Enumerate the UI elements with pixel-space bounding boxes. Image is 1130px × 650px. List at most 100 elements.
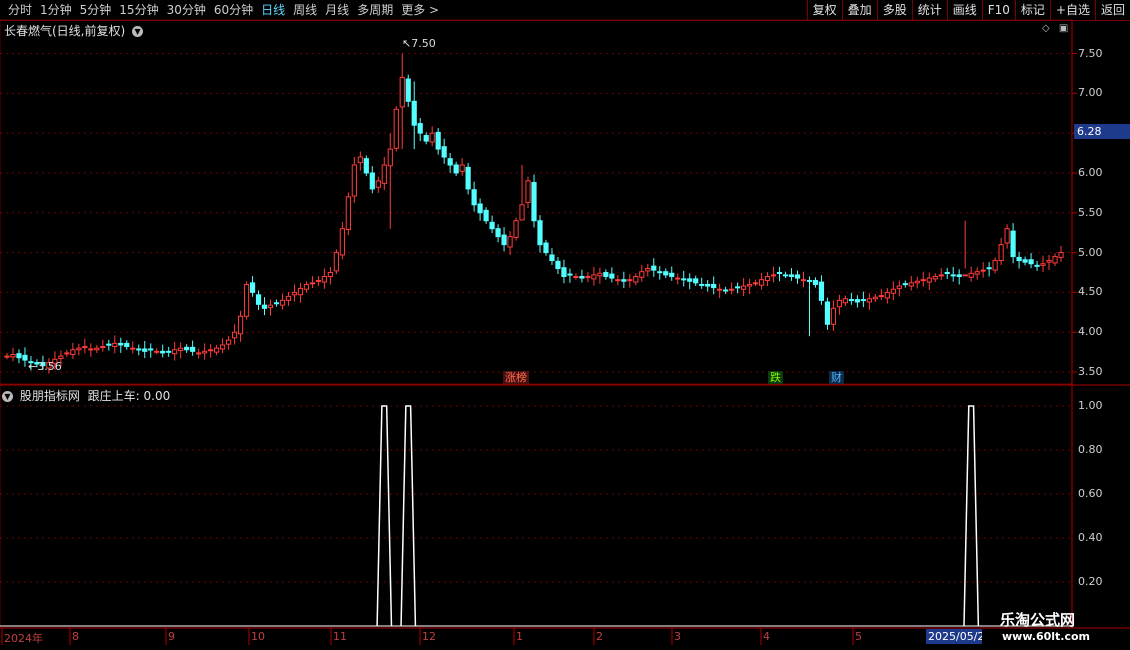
candle-body [878,295,884,298]
candle-body [543,242,549,254]
candle-body [800,279,807,282]
watermark-url: www.60lt.com [1002,630,1091,643]
candle-body [609,273,615,279]
candle-body [375,180,381,188]
stock-title: 长春燃气(日线,前复权) [4,24,126,38]
candle-body [453,164,459,174]
candle-body [142,348,148,352]
candle-body [962,274,968,277]
candle-body [675,277,681,280]
chevron-down-icon[interactable]: ▼ [132,26,144,37]
candle-body [537,220,543,246]
candle-body [812,279,819,285]
candle-body [513,220,519,238]
candle-body [399,76,405,108]
indicator-value: 跟庄上车: 0.00 [87,389,171,403]
candle-body [273,302,280,305]
candle-body [154,350,160,353]
candlesticks [4,53,1064,374]
candle-body [441,146,447,158]
date-tick-label: 11 [333,630,347,643]
candle-body [764,275,771,281]
chevron-down-icon[interactable]: ▼ [2,391,13,402]
indicator-lines [0,405,1072,627]
candle-body [297,287,304,296]
signal-pulse [400,405,417,627]
candle-body [603,272,609,277]
candle-body [477,203,483,214]
candle-body [16,353,22,359]
candle-body [920,279,926,282]
fall-marker[interactable]: 跌 [768,371,783,384]
candle-body [184,346,190,351]
candle-body [363,158,369,174]
candle-body [243,283,250,317]
candle-body [237,315,244,335]
candle-body [992,260,998,271]
window-toggle-icon[interactable]: ▣ [1059,23,1068,34]
candle-body [309,282,316,285]
candle-body [225,339,232,345]
candle-body [711,283,717,289]
candle-body [405,78,411,102]
candle-body [70,349,76,356]
candle-body [687,278,693,282]
candle-body [285,295,292,301]
candle-body [267,304,274,309]
candle-body [345,196,351,230]
candle-body [1016,256,1022,262]
date-tick-label: 2 [596,630,603,643]
candle-body [555,260,561,270]
indicator-name: 股朋指标网 [19,389,80,403]
limit-up-marker[interactable]: 涨榜 [503,371,529,384]
candle-body [657,271,663,274]
candle-body [788,274,795,277]
indicator-tick-label: 0.20 [1078,575,1103,588]
diamond-icon[interactable]: ◇ [1042,23,1050,34]
indicator-tick-label: 0.60 [1078,487,1103,500]
candle-body [459,164,465,172]
candle-body [136,348,142,351]
candle-body [303,283,310,290]
candle-body [752,282,759,285]
candle-body [1046,260,1052,263]
candle-body [986,267,992,270]
candle-body [172,349,178,355]
candle-body [980,269,986,272]
candle-body [591,274,597,280]
candle-body [854,299,860,303]
candle-body [483,209,489,222]
finance-marker[interactable]: 财 [829,371,844,384]
candle-body [196,352,202,355]
candle-body [249,282,256,293]
candle-body [94,347,100,351]
candle-body [729,288,735,291]
candle-body [10,354,16,358]
candle-body [956,274,962,277]
candle-body [261,304,268,309]
candle-body [669,272,675,277]
candle-body [932,275,938,280]
candle-body [776,272,783,274]
candle-body [327,272,333,277]
candle-body [160,350,166,354]
date-tick-label: 1 [516,630,523,643]
candle-body [914,280,920,284]
kline-chart[interactable] [0,0,1130,650]
candle-body [465,166,471,190]
cursor-date: 2025/05/23 [926,629,982,644]
candle-body [58,355,64,360]
indicator-frame [0,384,1073,629]
candle-body [830,307,837,325]
candle-body [393,108,399,149]
candle-body [423,135,429,142]
candle-body [148,348,154,351]
indicator-tick-label: 0.80 [1078,443,1103,456]
candle-body [1058,252,1064,258]
candle-body [842,298,849,304]
candle-body [663,271,669,276]
candle-body [836,299,843,308]
candle-body [621,279,627,282]
candle-body [166,350,172,353]
candle-body [974,271,980,275]
